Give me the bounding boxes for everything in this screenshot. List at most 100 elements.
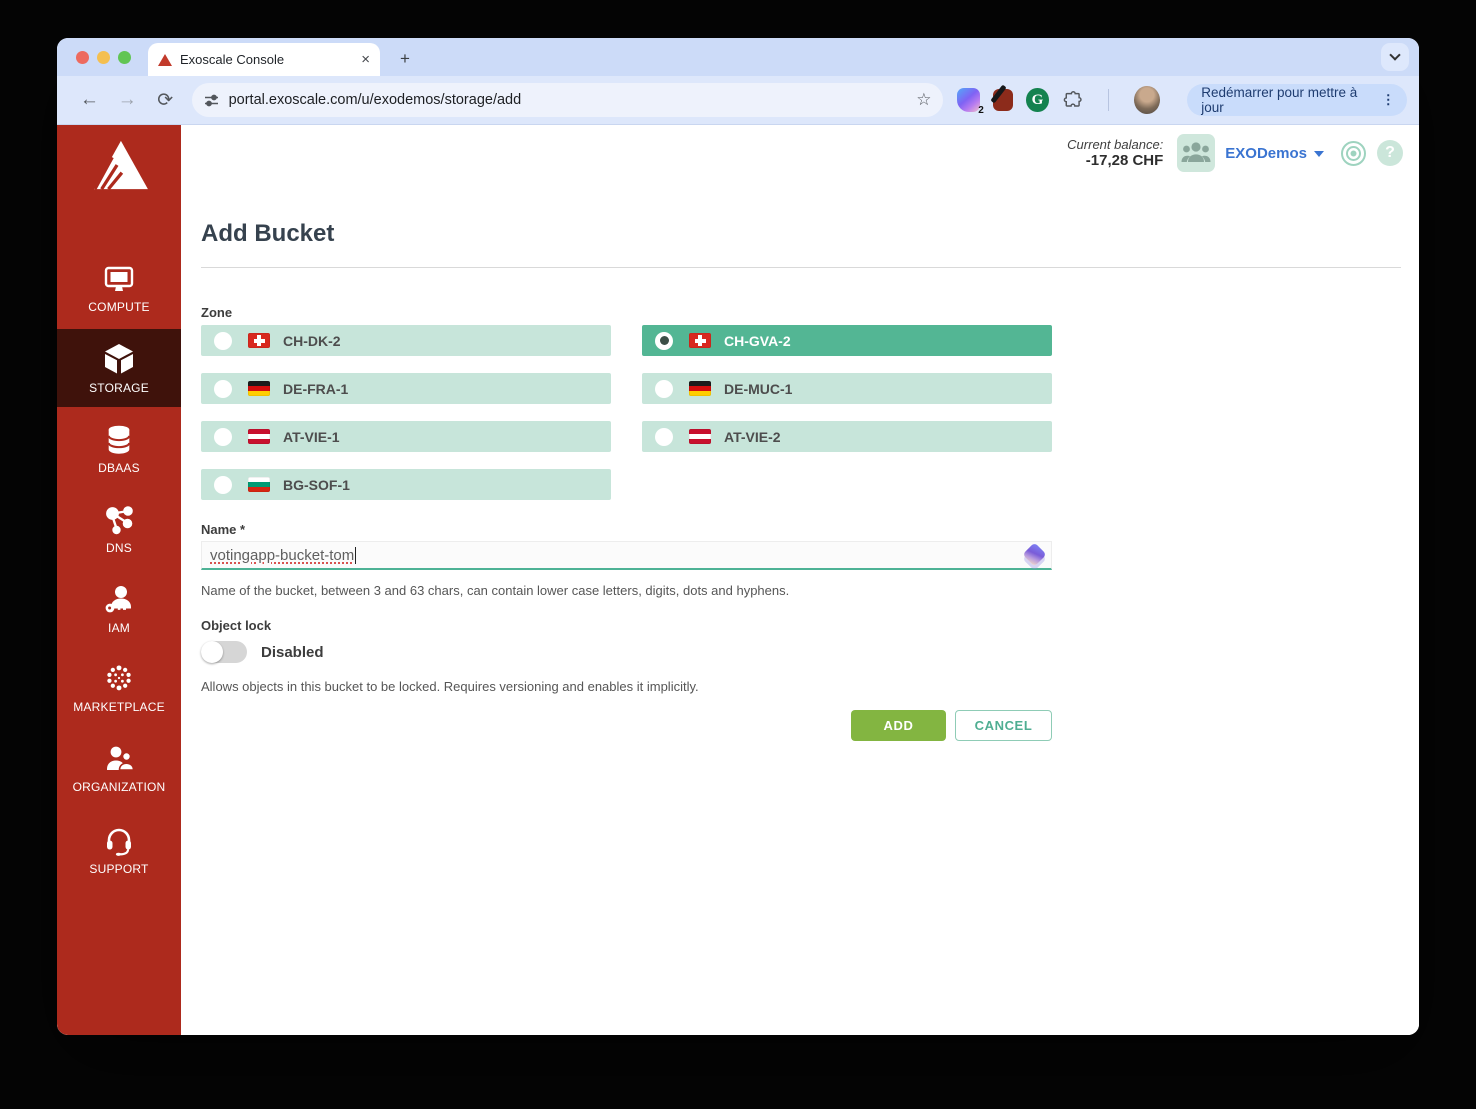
object-lock-toggle[interactable] bbox=[201, 641, 247, 663]
balance-label: Current balance: bbox=[1067, 137, 1163, 152]
sidebar-item-compute[interactable]: COMPUTE bbox=[57, 265, 181, 314]
group-icon bbox=[1181, 140, 1211, 166]
zone-option-label: BG-SOF-1 bbox=[283, 477, 350, 493]
radio-icon[interactable] bbox=[655, 380, 673, 398]
browser-update-button[interactable]: Redémarrer pour mettre à jour ⋮ bbox=[1187, 84, 1407, 116]
password-manager-diamond-icon[interactable] bbox=[1022, 542, 1046, 566]
sidebar-item-label: COMPUTE bbox=[88, 300, 149, 314]
object-lock-state: Disabled bbox=[261, 644, 324, 661]
zone-option-ch-gva-2[interactable]: CH-GVA-2 bbox=[642, 325, 1052, 356]
window-controls bbox=[76, 51, 131, 64]
grammarly-icon[interactable]: G bbox=[1026, 88, 1048, 112]
sidebar-item-iam[interactable]: IAM bbox=[57, 584, 181, 635]
zone-option-label: AT-VIE-1 bbox=[283, 429, 340, 445]
organization-avatar[interactable] bbox=[1177, 134, 1215, 172]
sidebar-item-label: DBAAS bbox=[98, 461, 140, 475]
sidebar-item-storage[interactable]: STORAGE bbox=[57, 329, 181, 407]
caret-down-icon bbox=[1314, 151, 1324, 157]
tab-strip: Exoscale Console × + bbox=[57, 38, 1419, 76]
people-icon bbox=[103, 743, 135, 775]
network-nodes-icon bbox=[103, 504, 135, 536]
exoscale-logo-icon[interactable] bbox=[57, 138, 181, 192]
radio-icon[interactable] bbox=[214, 428, 232, 446]
account-menu[interactable]: EXODemos bbox=[1225, 145, 1324, 162]
extension-gradient-icon[interactable]: 2 bbox=[957, 88, 979, 112]
zone-field-label: Zone bbox=[201, 305, 232, 320]
zone-option-label: DE-MUC-1 bbox=[724, 381, 792, 397]
sidebar-item-support[interactable]: SUPPORT bbox=[57, 825, 181, 876]
new-tab-button[interactable]: + bbox=[394, 49, 416, 69]
extension-badge: 2 bbox=[978, 105, 984, 116]
zone-options: CH-DK-2 CH-GVA-2 DE-FRA-1 DE-MUC-1 bbox=[201, 325, 1052, 500]
back-button[interactable]: ← bbox=[78, 89, 101, 111]
zone-option-ch-dk-2[interactable]: CH-DK-2 bbox=[201, 325, 611, 356]
extensions-puzzle-icon[interactable] bbox=[1062, 89, 1083, 111]
main-content: Current balance: -17,28 CHF EXODemos bbox=[181, 125, 1419, 1035]
dot-burst-icon bbox=[102, 661, 136, 695]
flag-germany-icon bbox=[689, 381, 711, 396]
sidebar-item-label: IAM bbox=[108, 621, 130, 635]
radio-icon[interactable] bbox=[214, 332, 232, 350]
close-window-button[interactable] bbox=[76, 51, 89, 64]
account-header: Current balance: -17,28 CHF EXODemos bbox=[1067, 134, 1403, 172]
notifications-radar-icon[interactable] bbox=[1340, 140, 1367, 167]
zone-option-at-vie-1[interactable]: AT-VIE-1 bbox=[201, 421, 611, 452]
name-input[interactable]: votingapp-bucket-tom bbox=[201, 541, 1052, 570]
sidebar-item-organization[interactable]: ORGANIZATION bbox=[57, 743, 181, 794]
flag-austria-icon bbox=[248, 429, 270, 444]
cube-icon bbox=[102, 342, 136, 376]
zone-option-de-muc-1[interactable]: DE-MUC-1 bbox=[642, 373, 1052, 404]
sidebar-item-label: SUPPORT bbox=[89, 862, 148, 876]
minimize-window-button[interactable] bbox=[97, 51, 110, 64]
close-tab-icon[interactable]: × bbox=[361, 51, 370, 68]
name-input-value: votingapp-bucket-tom bbox=[210, 547, 354, 564]
chevron-down-icon bbox=[1389, 49, 1400, 60]
database-icon bbox=[104, 424, 134, 456]
radio-icon[interactable] bbox=[214, 380, 232, 398]
site-settings-icon[interactable] bbox=[204, 93, 219, 108]
forward-button[interactable]: → bbox=[116, 89, 139, 111]
app-body: COMPUTE STORAGE bbox=[57, 125, 1419, 1035]
radio-icon[interactable] bbox=[214, 476, 232, 494]
zone-option-bg-sof-1[interactable]: BG-SOF-1 bbox=[201, 469, 611, 500]
reload-button[interactable]: ⟳ bbox=[154, 89, 177, 112]
cancel-button[interactable]: CANCEL bbox=[955, 710, 1052, 741]
browser-profile-avatar[interactable] bbox=[1134, 86, 1160, 114]
object-lock-help-text: Allows objects in this bucket to be lock… bbox=[201, 679, 699, 694]
fullscreen-window-button[interactable] bbox=[118, 51, 131, 64]
extension-colorpicker-icon[interactable] bbox=[993, 89, 1014, 111]
form-actions: ADD CANCEL bbox=[201, 710, 1052, 741]
page-title: Add Bucket bbox=[201, 220, 334, 248]
zone-option-at-vie-2[interactable]: AT-VIE-2 bbox=[642, 421, 1052, 452]
update-button-label: Redémarrer pour mettre à jour bbox=[1201, 85, 1369, 115]
flag-bulgaria-icon bbox=[248, 477, 270, 492]
browser-menu-icon[interactable]: ⋮ bbox=[1381, 93, 1395, 107]
zone-option-de-fra-1[interactable]: DE-FRA-1 bbox=[201, 373, 611, 404]
tab-search-button[interactable] bbox=[1381, 43, 1409, 71]
browser-window: Exoscale Console × + ← → ⟳ portal.exosca… bbox=[57, 38, 1419, 1035]
zone-option-label: DE-FRA-1 bbox=[283, 381, 348, 397]
bookmark-star-icon[interactable]: ☆ bbox=[916, 90, 931, 110]
zone-option-label: CH-DK-2 bbox=[283, 333, 341, 349]
user-key-icon bbox=[103, 584, 135, 616]
divider bbox=[201, 267, 1401, 268]
sidebar-item-dbaas[interactable]: DBAAS bbox=[57, 424, 181, 475]
balance: Current balance: -17,28 CHF bbox=[1067, 137, 1163, 169]
zone-option-label: AT-VIE-2 bbox=[724, 429, 781, 445]
radio-icon[interactable] bbox=[655, 428, 673, 446]
add-button[interactable]: ADD bbox=[851, 710, 946, 741]
object-lock-label: Object lock bbox=[201, 618, 271, 633]
sidebar-item-marketplace[interactable]: MARKETPLACE bbox=[57, 661, 181, 714]
exoscale-favicon-icon bbox=[158, 54, 172, 66]
address-bar[interactable]: portal.exoscale.com/u/exodemos/storage/a… bbox=[192, 83, 944, 117]
url-text[interactable]: portal.exoscale.com/u/exodemos/storage/a… bbox=[229, 92, 907, 108]
sidebar-item-label: DNS bbox=[106, 541, 132, 555]
tab-exoscale-console[interactable]: Exoscale Console × bbox=[148, 43, 380, 76]
radio-selected-icon[interactable] bbox=[655, 332, 673, 350]
sidebar-item-dns[interactable]: DNS bbox=[57, 504, 181, 555]
zone-option-label: CH-GVA-2 bbox=[724, 333, 791, 349]
headset-icon bbox=[103, 825, 135, 857]
name-field-label: Name * bbox=[201, 522, 245, 537]
sidebar-item-label: MARKETPLACE bbox=[73, 700, 165, 714]
help-icon[interactable]: ? bbox=[1377, 140, 1403, 166]
